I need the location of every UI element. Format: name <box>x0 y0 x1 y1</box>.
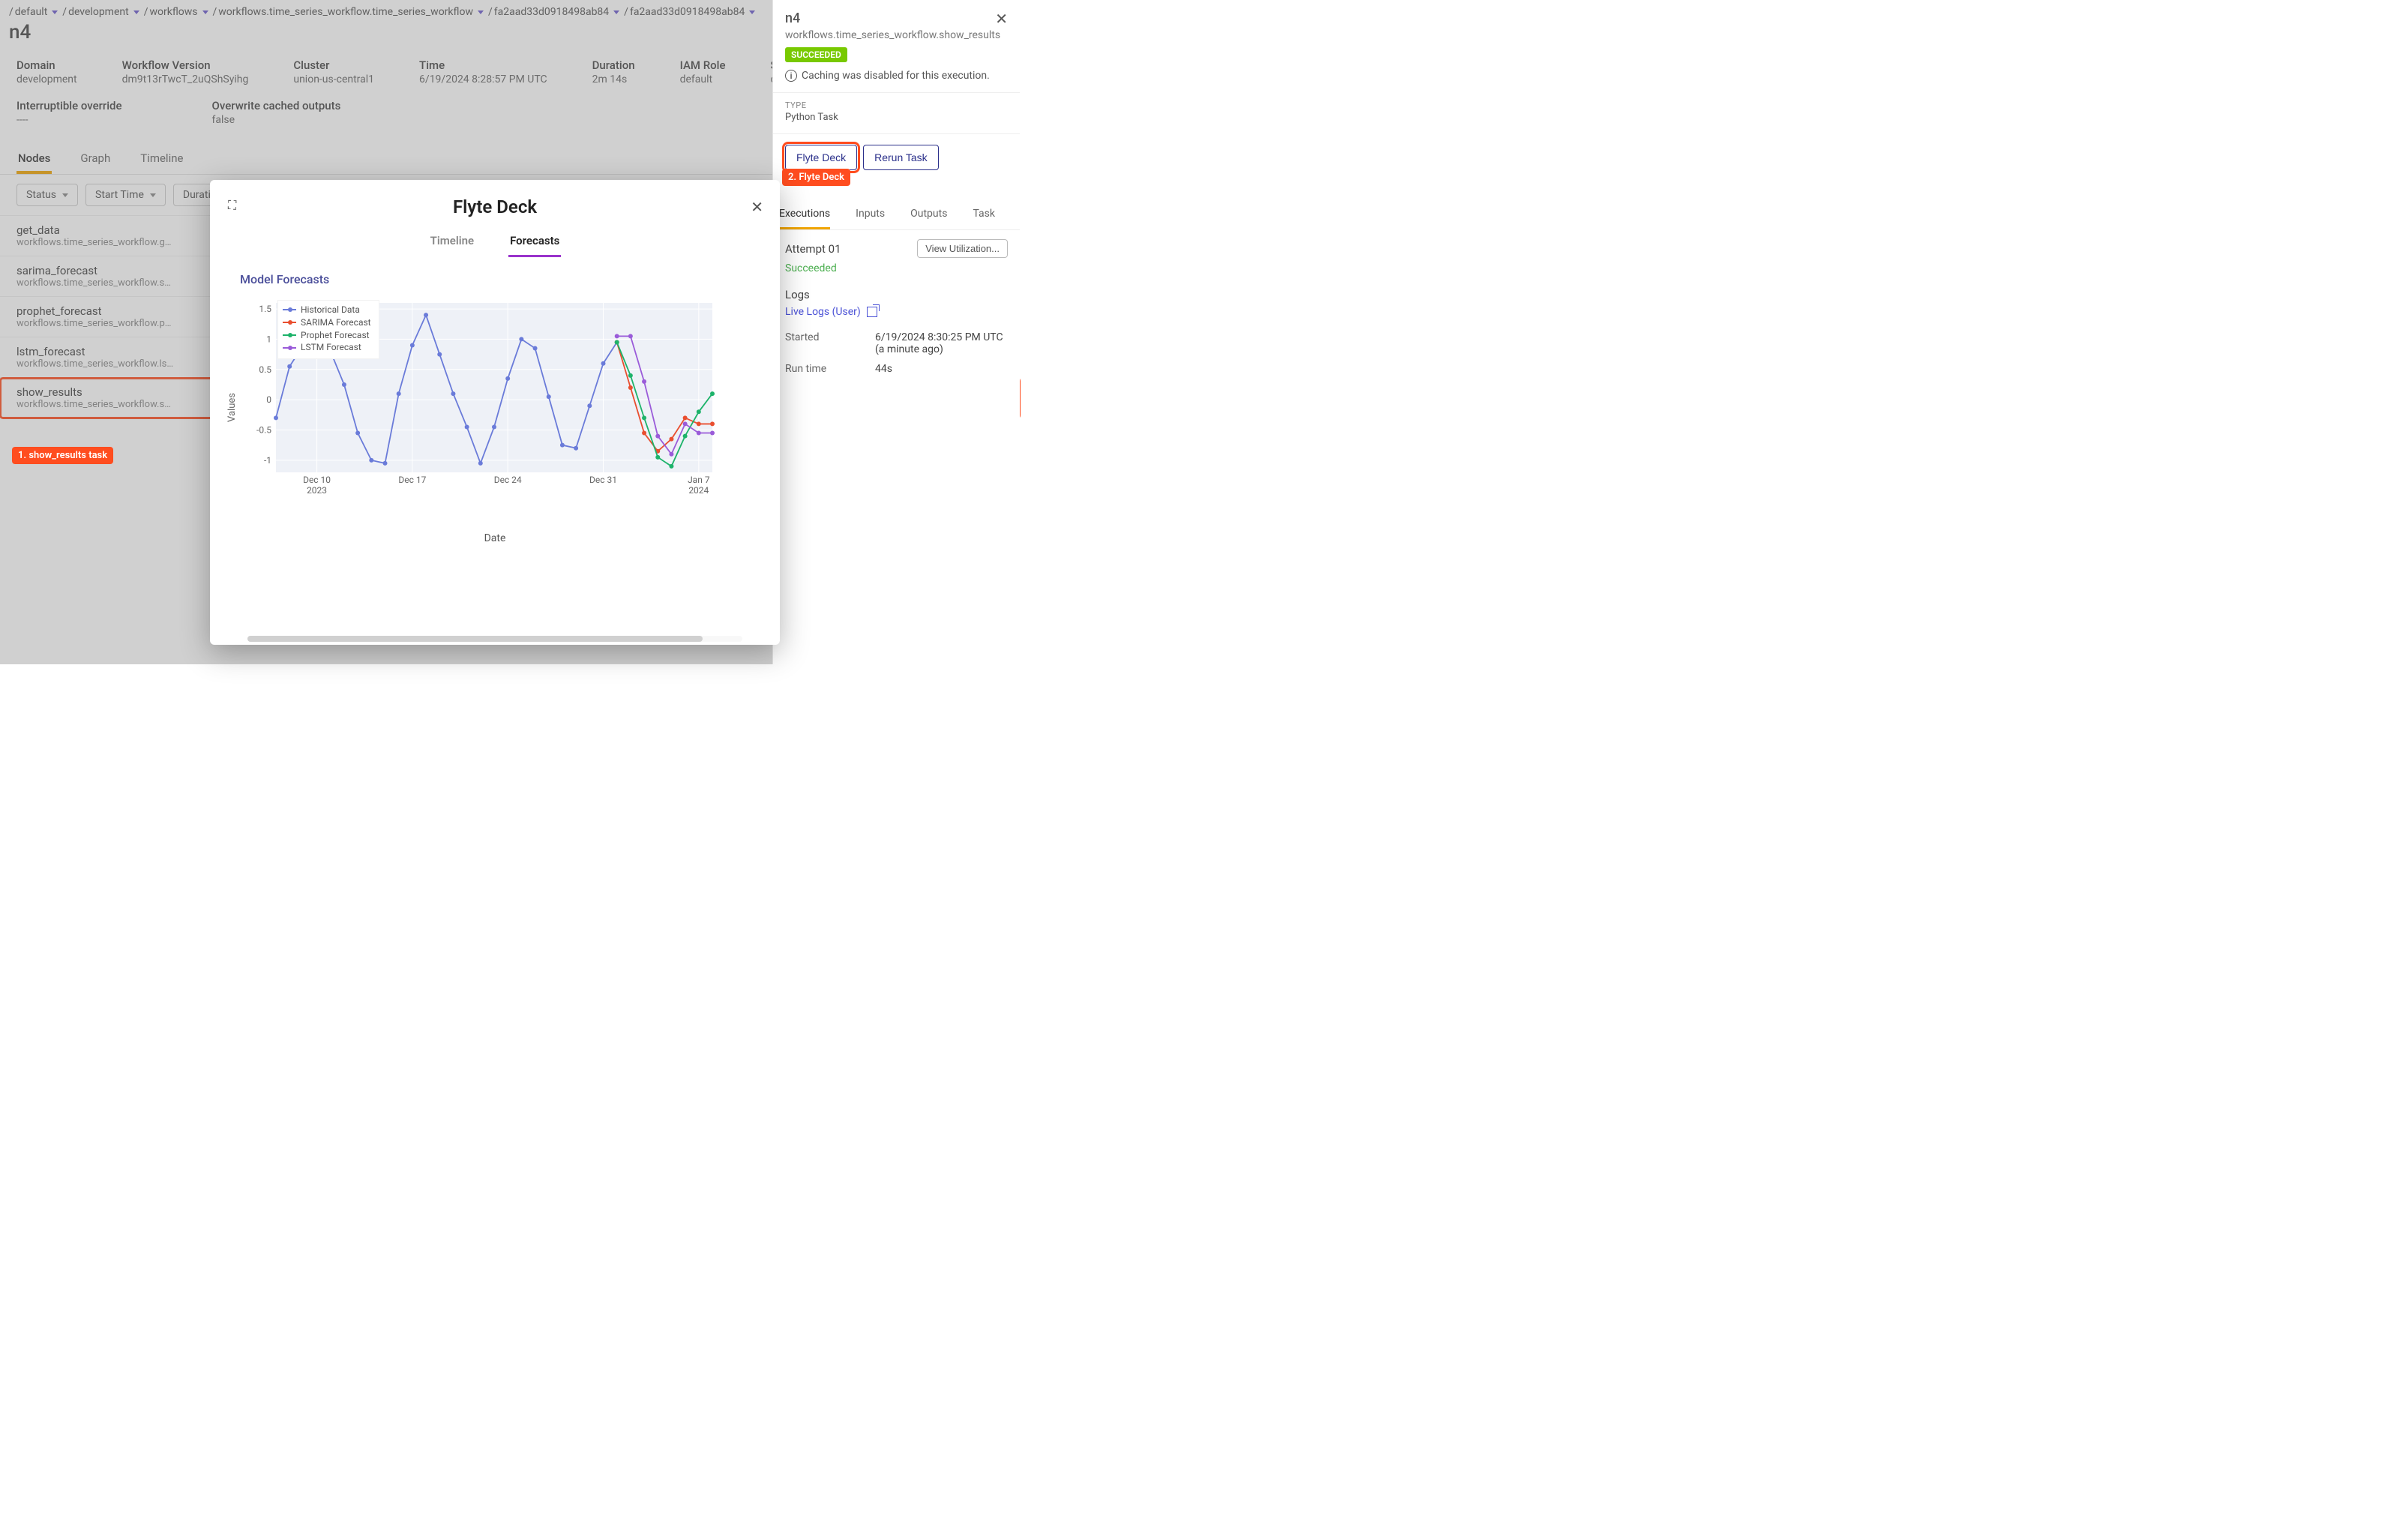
modal-tabs: Timeline Forecasts <box>210 228 780 257</box>
svg-text:1: 1 <box>266 334 271 344</box>
view-utilization-button[interactable]: View Utilization... <box>917 239 1008 258</box>
side-tab-outputs[interactable]: Outputs <box>910 203 947 229</box>
x-axis-label: Date <box>240 532 750 544</box>
chart-legend: Historical Data SARIMA Forecast Prophet … <box>277 300 379 359</box>
y-axis-label: Values <box>226 393 238 422</box>
annotation-1: 1. show_results task <box>12 447 113 464</box>
side-tabs: Executions Inputs Outputs Task <box>773 193 1020 230</box>
side-tab-task[interactable]: Task <box>973 203 995 229</box>
close-icon[interactable]: ✕ <box>995 11 1008 26</box>
modal-tab-timeline[interactable]: Timeline <box>429 228 475 257</box>
svg-text:2023: 2023 <box>307 485 327 496</box>
attempt-label: Attempt 01 <box>785 242 841 256</box>
flyte-deck-modal: Flyte Deck ✕ Timeline Forecasts Model Fo… <box>210 180 780 645</box>
modal-title: Flyte Deck <box>453 196 537 217</box>
svg-text:1.5: 1.5 <box>259 304 271 314</box>
svg-text:0: 0 <box>266 394 271 405</box>
close-icon[interactable]: ✕ <box>751 198 763 216</box>
svg-text:0.5: 0.5 <box>259 364 271 375</box>
svg-text:Dec 10: Dec 10 <box>303 475 331 485</box>
side-panel: n4 ✕ workflows.time_series_workflow.show… <box>772 0 1020 664</box>
info-icon: i <box>785 70 797 82</box>
cache-text: Caching was disabled for this execution. <box>802 70 990 82</box>
live-logs-link[interactable]: Live Logs (User) <box>785 306 1008 318</box>
succeeded-text: Succeeded <box>785 262 1008 274</box>
svg-text:Jan 7: Jan 7 <box>688 475 710 485</box>
chart-title: Model Forecasts <box>240 272 750 286</box>
svg-text:2024: 2024 <box>688 485 709 496</box>
svg-text:Dec 24: Dec 24 <box>494 475 522 485</box>
status-badge: SUCCEEDED <box>785 47 847 62</box>
side-panel-title: n4 <box>785 10 800 26</box>
logs-header: Logs <box>785 288 1008 301</box>
annotation-2: 2. Flyte Deck <box>782 169 850 186</box>
expand-icon[interactable] <box>228 198 241 211</box>
chart: Values -1-0.500.511.5Dec 102023Dec 17Dec… <box>240 297 720 522</box>
side-panel-subtitle: workflows.time_series_workflow.show_resu… <box>785 29 1008 41</box>
svg-text:Dec 17: Dec 17 <box>398 475 426 485</box>
external-link-icon <box>867 307 877 317</box>
side-tab-inputs[interactable]: Inputs <box>856 203 885 229</box>
svg-text:Dec 31: Dec 31 <box>589 475 617 485</box>
modal-tab-forecasts[interactable]: Forecasts <box>508 228 561 257</box>
side-tab-executions[interactable]: Executions <box>779 203 830 229</box>
svg-text:-1: -1 <box>264 455 271 466</box>
flyte-deck-button[interactable]: Flyte Deck <box>785 145 857 170</box>
svg-text:-0.5: -0.5 <box>256 425 271 436</box>
modal-scrollbar[interactable] <box>247 636 742 642</box>
rerun-task-button[interactable]: Rerun Task <box>863 145 939 170</box>
